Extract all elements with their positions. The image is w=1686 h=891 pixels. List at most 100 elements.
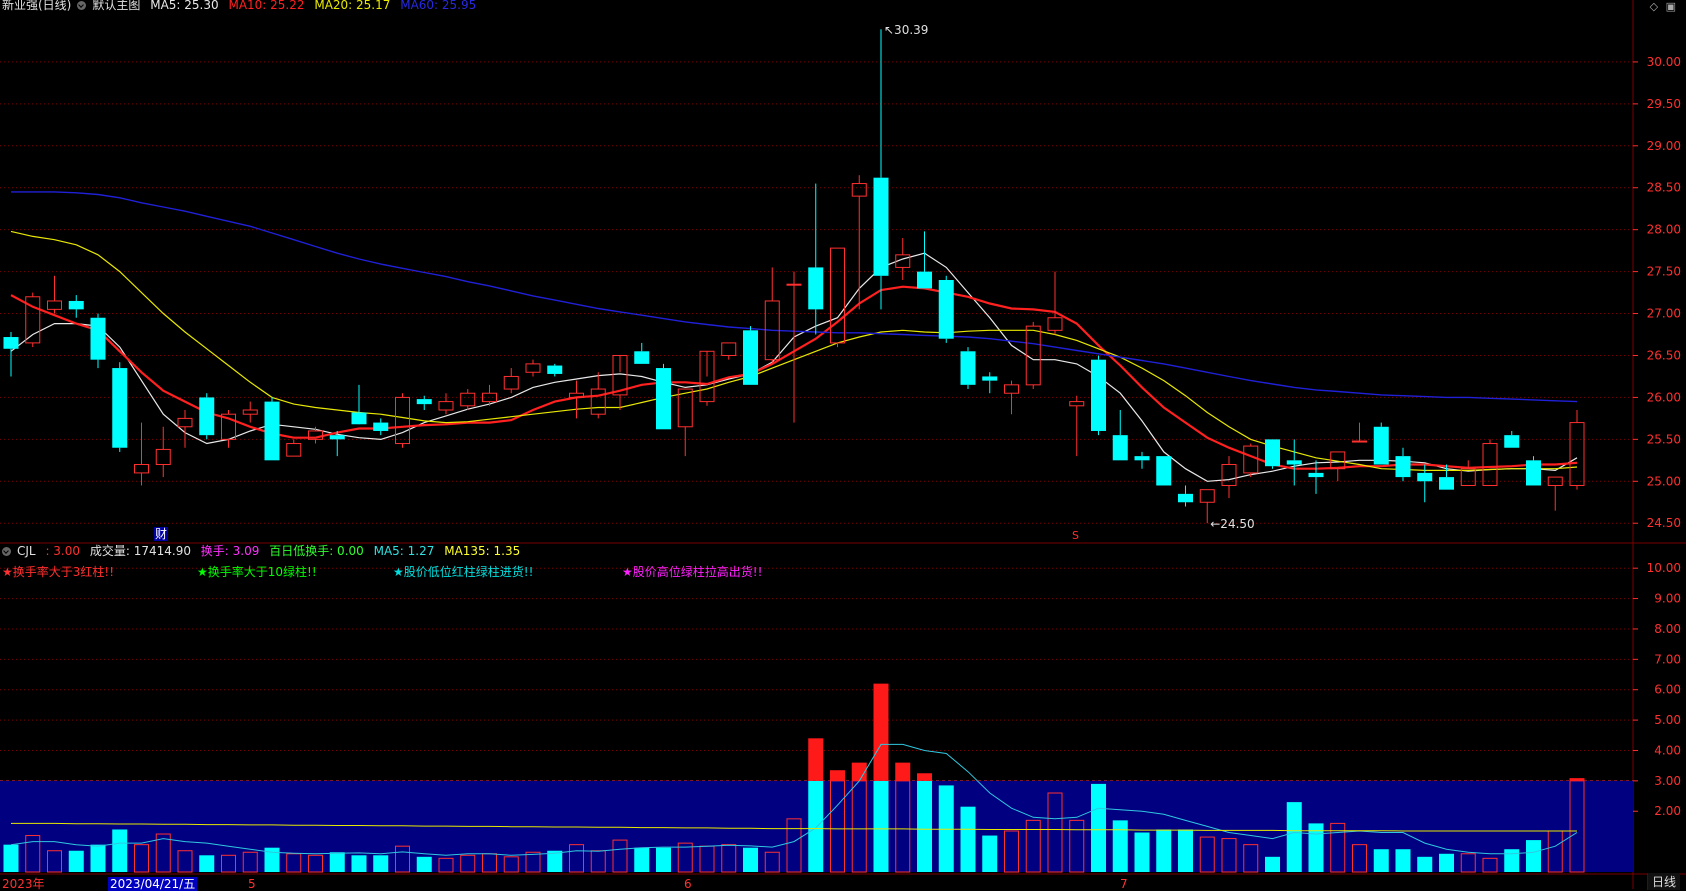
candle-body <box>590 388 606 415</box>
candle-body <box>656 368 671 430</box>
candle-body <box>416 399 432 405</box>
candle-body <box>1352 440 1367 443</box>
price-tick-label: 24.50 <box>1647 516 1681 530</box>
volume-bar <box>1286 802 1302 872</box>
stock-title[interactable]: 新业强(日线) <box>2 0 71 12</box>
candle-body <box>286 443 302 457</box>
candle <box>873 29 889 310</box>
candle-body <box>1156 456 1172 486</box>
indicator-name[interactable]: CJL <box>17 544 36 558</box>
candle <box>960 347 976 390</box>
candle <box>677 388 693 457</box>
window-icon[interactable]: ▣ <box>1666 0 1676 13</box>
diamond-icon[interactable]: ◇ <box>1650 0 1658 13</box>
period-label[interactable]: 日线 <box>1646 873 1680 890</box>
volume-bar <box>1091 783 1106 872</box>
candle <box>1569 410 1585 490</box>
candle <box>699 350 715 406</box>
volume-bar <box>1526 840 1541 872</box>
candle <box>569 380 584 419</box>
dropdown-icon[interactable] <box>2 547 11 556</box>
candle <box>1221 456 1237 499</box>
candle-body <box>982 376 998 381</box>
price-annotations: ↖30.39 ←24.50 <box>884 23 1255 531</box>
volume-bar <box>1178 829 1193 872</box>
volume-bar <box>199 855 215 872</box>
candle-body <box>938 280 954 339</box>
volume-header: CJL : 3.00 成交量: 17414.90 换手: 3.09 百日低换手:… <box>2 544 526 558</box>
candle-body <box>547 365 563 374</box>
volume-bar-base <box>808 780 824 872</box>
volume-bar-body <box>68 850 84 872</box>
candle <box>503 368 519 394</box>
volume-bar-top <box>917 773 932 781</box>
ma60-label: MA60: 25.95 <box>400 0 477 12</box>
vol-ma135-value: MA135: 1.35 <box>444 544 521 558</box>
candle <box>1178 485 1193 507</box>
candle <box>743 326 758 385</box>
candle-body <box>1417 472 1433 482</box>
candle-body <box>917 271 932 289</box>
volume-bar-body <box>1417 856 1433 872</box>
price-tick-label: 26.50 <box>1647 348 1681 362</box>
ma10-label: MA10: 25.22 <box>228 0 305 12</box>
volume-bar <box>873 683 889 872</box>
candle-body <box>177 417 193 428</box>
candle-body <box>68 300 84 310</box>
volume-bar-top <box>830 770 845 781</box>
volume-bar-base <box>917 780 932 872</box>
signal-text-3: ★股价低位红柱绿柱进货!! <box>393 565 534 579</box>
candle-body <box>1373 426 1389 465</box>
candle <box>764 267 780 364</box>
candle <box>1112 410 1128 461</box>
template-label[interactable]: 默认主图 <box>92 0 140 12</box>
candle-body <box>1178 493 1193 503</box>
candle <box>1047 271 1063 335</box>
grid-layer <box>0 0 1686 889</box>
candle <box>112 362 128 452</box>
candle-body <box>1482 443 1498 486</box>
signal-text-2: ★换手率大于10绿柱!! <box>197 565 317 579</box>
candlestick-series <box>3 29 1585 524</box>
volume-bar-body <box>1156 829 1172 872</box>
volume-bar-body <box>1112 820 1128 872</box>
finance-marker[interactable]: 财 <box>154 527 169 541</box>
volume-bar <box>656 847 671 872</box>
volume-bar-body <box>1178 829 1193 872</box>
candle-body <box>3 337 19 349</box>
chart-canvas[interactable]: 24.50 25.00 25.50 26.00 26.50 27.00 27.50 28.00… <box>0 0 1686 889</box>
candle-body <box>851 183 867 197</box>
candle <box>199 393 215 440</box>
dropdown-icon[interactable] <box>77 1 87 10</box>
candle <box>612 354 628 410</box>
volume-bar <box>1156 829 1172 872</box>
candle <box>47 275 62 314</box>
signal-text-4: ★股价高位绿柱拉高出货!! <box>622 565 763 579</box>
volume-bar <box>1417 856 1433 872</box>
ma5-label: MA5: 25.30 <box>150 0 219 12</box>
candle <box>1526 456 1541 486</box>
s-marker[interactable]: S <box>1072 529 1079 543</box>
axis-labels: 24.50 25.00 25.50 26.00 26.50 27.00 27.50 28.00… <box>1647 55 1681 818</box>
volume-bar <box>1265 856 1280 872</box>
candle <box>264 397 280 461</box>
price-tick-label: 29.50 <box>1647 97 1681 111</box>
volume-bar-body <box>373 855 389 872</box>
candle <box>547 363 563 377</box>
volume-tick-label: 6.00 <box>1654 683 1681 697</box>
candle <box>1243 443 1259 478</box>
candle <box>221 410 236 448</box>
volume-bar <box>373 855 389 872</box>
volume-bar-body <box>1526 840 1541 872</box>
volume-bar <box>634 847 650 872</box>
volume-bar <box>1134 832 1150 872</box>
candle-body <box>634 351 650 364</box>
candle-body <box>525 363 541 373</box>
volume-tick-label: 4.00 <box>1654 743 1681 757</box>
candle <box>1265 439 1280 469</box>
candle-body <box>1439 477 1454 490</box>
candle <box>1482 439 1498 486</box>
volume-bar <box>960 806 976 872</box>
candle <box>1156 456 1172 486</box>
volume-bar <box>1112 820 1128 872</box>
